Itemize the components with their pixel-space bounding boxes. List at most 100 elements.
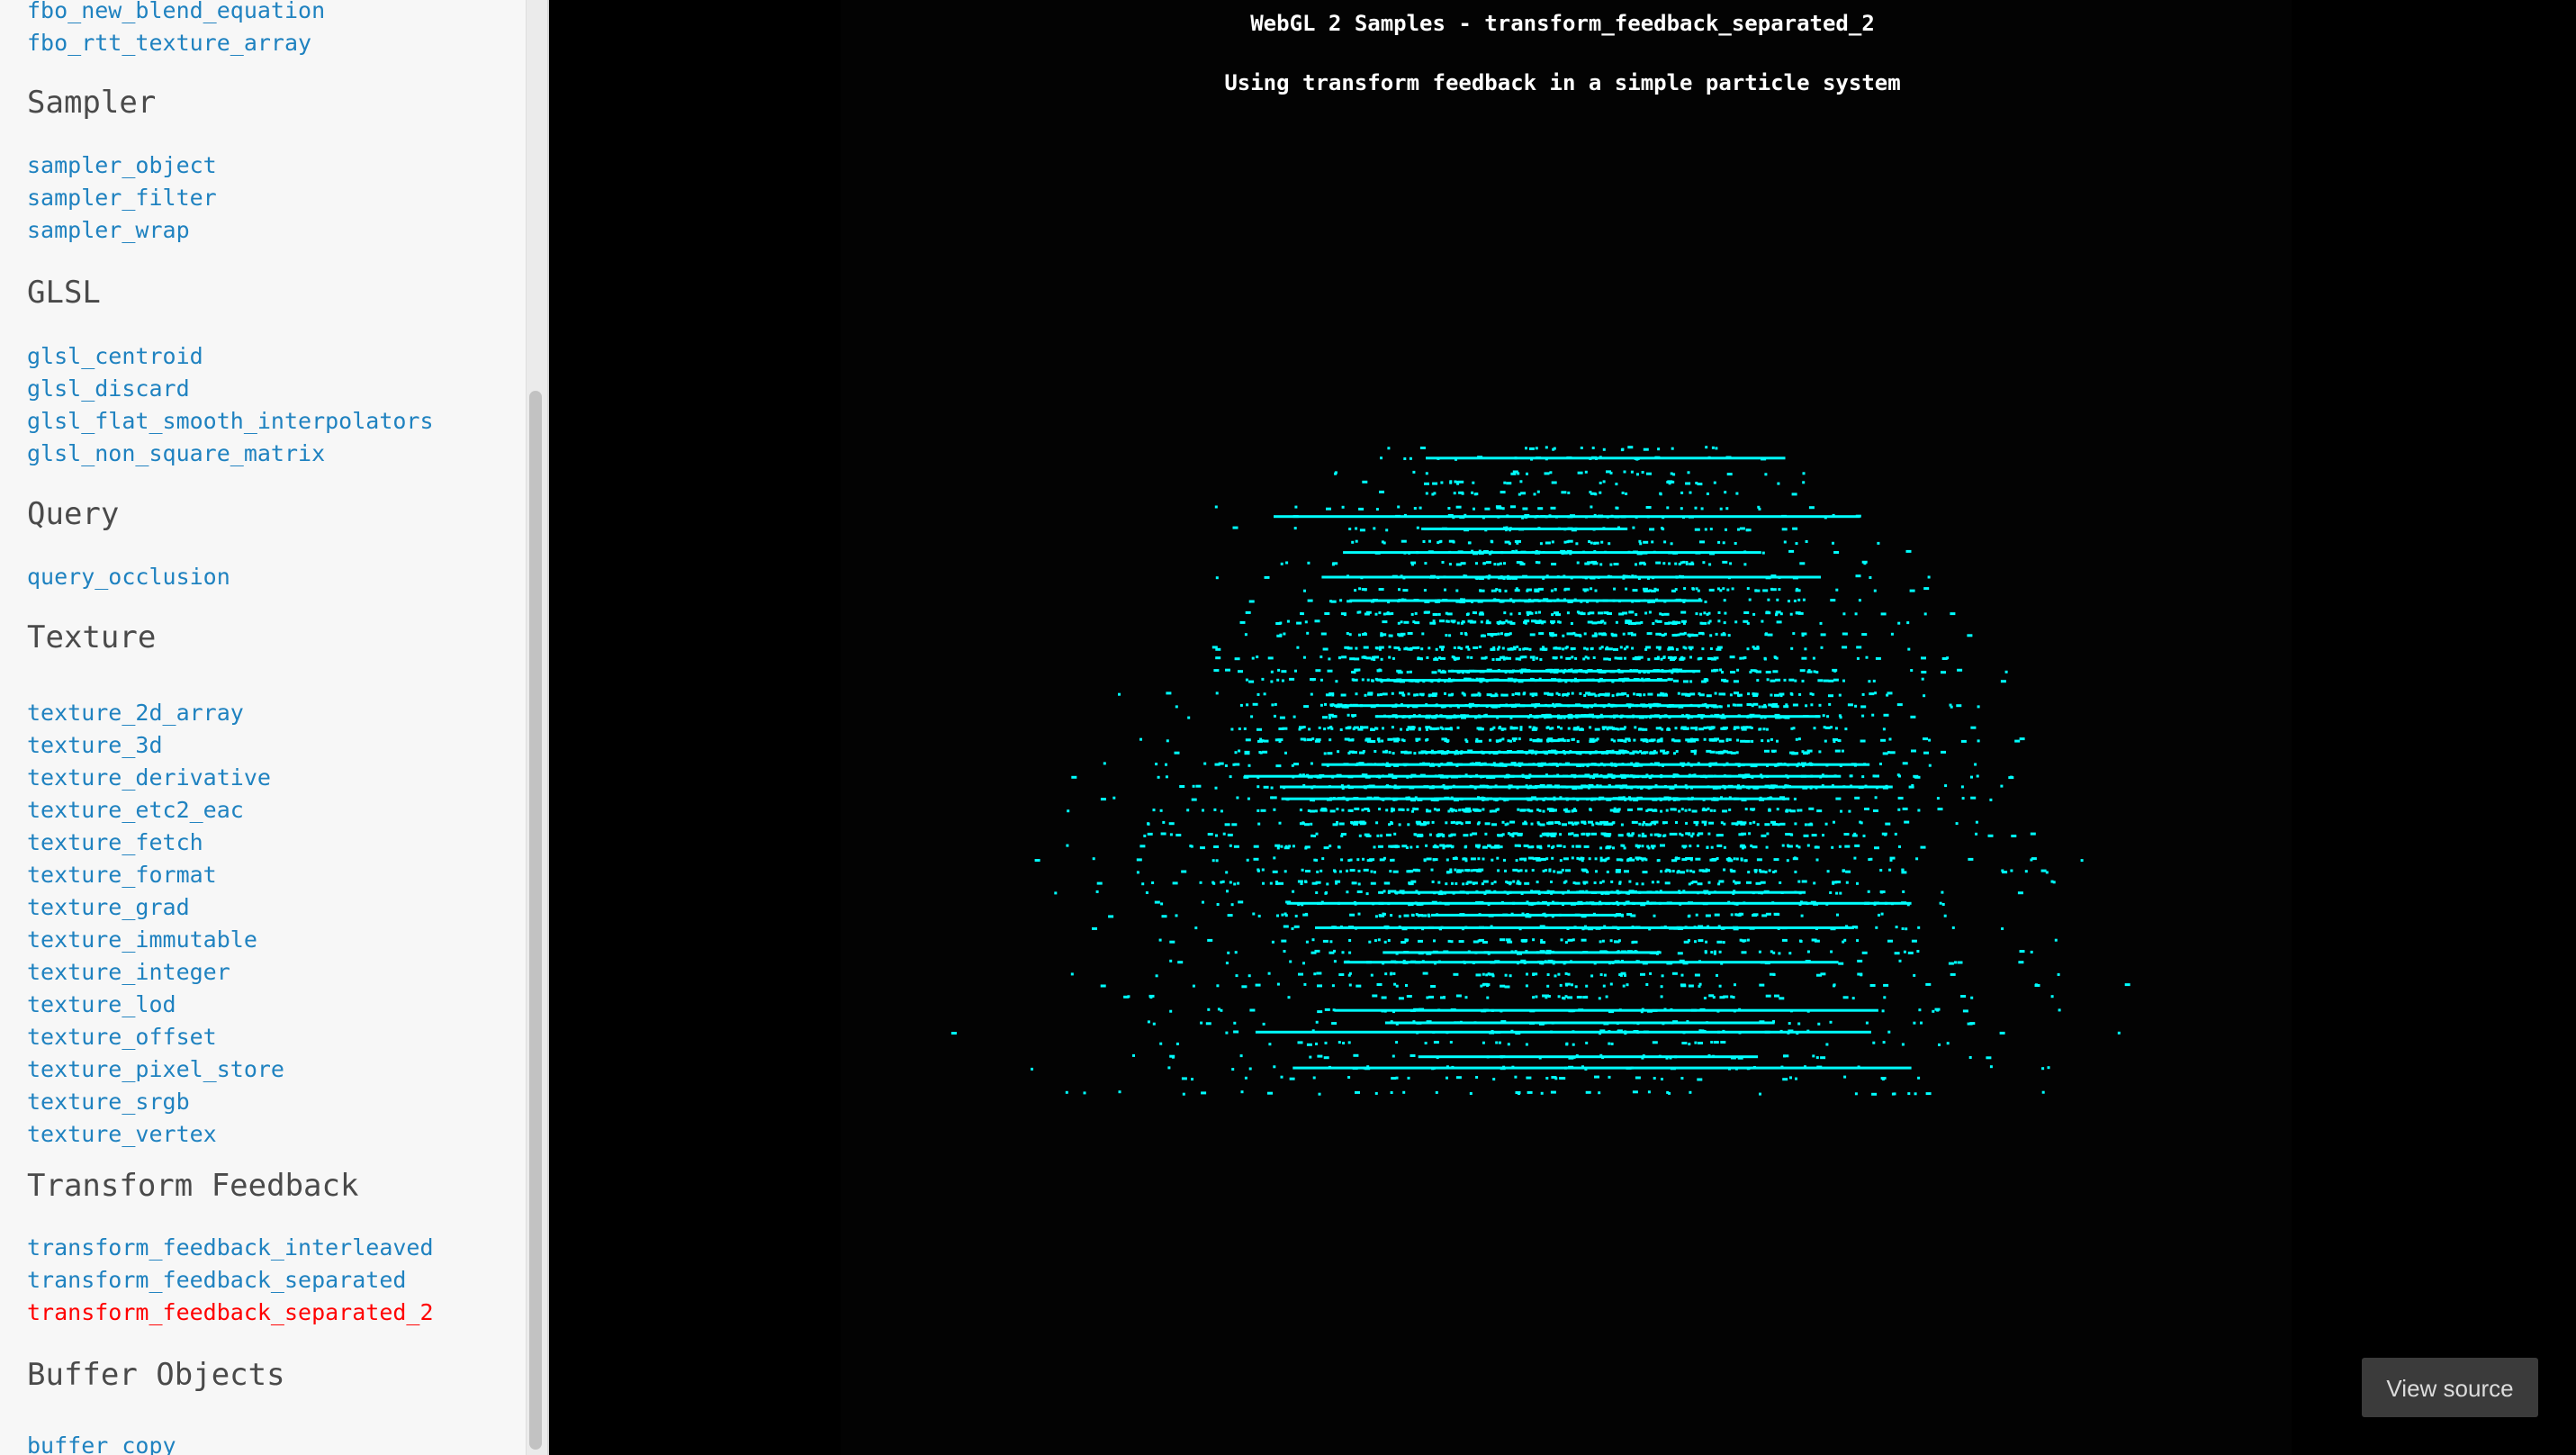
particle (1590, 587, 1593, 591)
particle (1217, 1008, 1220, 1011)
sample-link[interactable]: texture_2d_array (27, 699, 244, 728)
particle (1628, 880, 1632, 883)
sample-link[interactable]: transform_feedback_interleaved (27, 1234, 434, 1262)
particle (1510, 833, 1514, 836)
sample-link[interactable]: texture_derivative (27, 764, 271, 792)
particle (1378, 890, 1384, 894)
sample-link[interactable]: texture_grad (27, 893, 190, 922)
particle (2041, 1067, 2045, 1071)
particle (1921, 677, 1924, 681)
particle (1643, 540, 1649, 544)
particle (1581, 938, 1587, 942)
sample-link[interactable]: texture_format (27, 861, 217, 890)
particle (1525, 447, 1527, 450)
particle (1234, 951, 1238, 954)
particle (1516, 646, 1519, 648)
particle (1358, 507, 1365, 511)
particle (1555, 691, 1559, 695)
particle (1480, 634, 1486, 637)
particle (1709, 528, 1713, 531)
particle (1602, 447, 1606, 451)
sidebar[interactable]: fbo_new_blend_equation fbo_rtt_texture_ar… (0, 0, 526, 1455)
sample-link[interactable]: texture_lod (27, 990, 176, 1019)
sample-link[interactable]: fbo_rtt_texture_array (27, 29, 311, 58)
particle (1690, 835, 1694, 838)
sample-link[interactable]: texture_offset (27, 1023, 217, 1052)
sample-link[interactable]: glsl_discard (27, 375, 190, 403)
particle (1624, 870, 1629, 873)
particle (1315, 891, 1319, 894)
particle (1883, 996, 1887, 999)
particle (1301, 612, 1304, 616)
particle (1950, 612, 1956, 616)
particle (1195, 784, 1202, 788)
particle (1067, 809, 1070, 813)
particle (1471, 491, 1474, 494)
particle (1688, 634, 1691, 637)
particle (1823, 679, 1829, 682)
sample-link[interactable]: texture_integer (27, 958, 230, 987)
particle (1552, 447, 1555, 451)
particle (1518, 1092, 1520, 1096)
particle (2040, 869, 2047, 872)
particle (1635, 844, 1638, 847)
particle (1603, 632, 1606, 636)
particle (1724, 611, 1727, 615)
particle (1476, 809, 1480, 812)
sample-link[interactable]: glsl_centroid (27, 342, 203, 371)
sample-link[interactable]: transform_feedback_separated_2 (27, 1298, 434, 1327)
particle (1337, 750, 1340, 754)
particle (1673, 679, 1679, 682)
sample-link[interactable]: sampler_wrap (27, 216, 190, 245)
particle (1921, 656, 1926, 660)
particle (1275, 622, 1282, 625)
particle (1358, 587, 1362, 591)
particle (1701, 621, 1707, 625)
particle (1473, 507, 1475, 511)
sample-link[interactable]: buffer_copy (27, 1432, 176, 1455)
sample-link[interactable]: texture_3d (27, 731, 163, 760)
sample-link[interactable]: sampler_object (27, 151, 217, 180)
particle (1765, 728, 1769, 731)
sidebar-scrollbar-thumb[interactable] (529, 391, 542, 1450)
sample-link[interactable]: texture_vertex (27, 1120, 217, 1149)
section-title: Texture (27, 619, 157, 655)
particle (1416, 834, 1422, 837)
particle-streak (1274, 515, 1860, 519)
particle (1455, 994, 1462, 998)
particle (1277, 668, 1281, 672)
particle (1715, 447, 1718, 450)
particle (1256, 809, 1260, 812)
sample-link[interactable]: texture_immutable (27, 926, 257, 954)
sample-link[interactable]: transform_feedback_separated (27, 1266, 406, 1295)
particle (1595, 870, 1598, 873)
sample-link[interactable]: glsl_non_square_matrix (27, 439, 325, 468)
particle (1746, 881, 1752, 884)
sample-link[interactable]: fbo_new_blend_equation (27, 0, 325, 25)
particle (1629, 858, 1635, 862)
particle (1256, 869, 1260, 872)
particle (1455, 589, 1459, 592)
sample-link[interactable]: glsl_flat_smooth_interpolators (27, 407, 434, 436)
particle (1262, 881, 1265, 885)
particle (1194, 926, 1198, 930)
particle (1330, 727, 1334, 730)
particle (1147, 1020, 1150, 1024)
particle (1809, 692, 1813, 696)
particle (1645, 983, 1649, 986)
sample-link[interactable]: sampler_filter (27, 184, 217, 212)
particle (1445, 821, 1448, 825)
particle (1904, 820, 1910, 824)
view-source-button[interactable]: View source (2362, 1358, 2538, 1417)
sample-link[interactable]: query_occlusion (27, 563, 230, 592)
sample-link[interactable]: texture_fetch (27, 828, 203, 857)
particle (1311, 881, 1318, 885)
particle (1721, 678, 1726, 682)
sample-link[interactable]: texture_etc2_eac (27, 796, 244, 825)
particle (1331, 1022, 1338, 1026)
sample-link[interactable]: texture_srgb (27, 1088, 190, 1116)
sample-link[interactable]: texture_pixel_store (27, 1055, 284, 1084)
particle (1703, 997, 1707, 999)
particle (1815, 845, 1818, 849)
particle (1309, 1055, 1312, 1059)
